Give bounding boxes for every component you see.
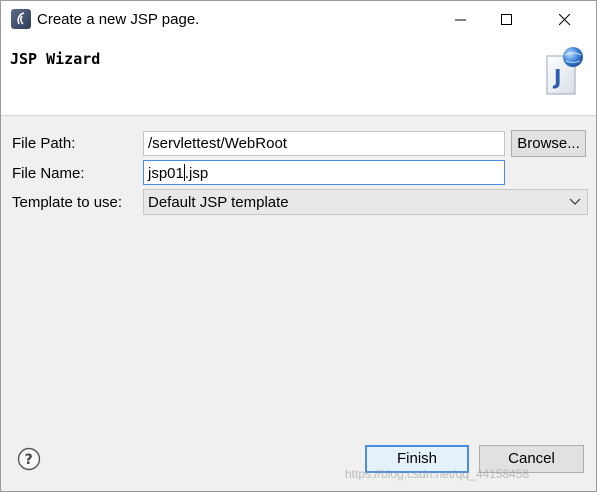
window-title: Create a new JSP page. [37,11,200,28]
title-bar: Create a new JSP page. [1,1,596,39]
template-selected-value: Default JSP template [148,194,289,211]
svg-text:J: J [552,65,561,89]
svg-text:?: ? [25,452,33,468]
chevron-down-icon [569,198,581,205]
template-select[interactable]: Default JSP template [143,189,588,215]
file-path-input[interactable]: /servlettest/WebRoot [143,131,505,156]
wizard-title: JSP Wizard [10,50,101,68]
template-label: Template to use: [12,194,123,211]
maximize-button[interactable] [483,1,529,39]
jsp-file-icon: J [546,47,583,95]
eclipse-app-icon [11,9,31,29]
browse-button[interactable]: Browse... [511,130,586,157]
close-icon [559,14,571,26]
close-button[interactable] [541,1,587,39]
wizard-banner: JSP Wizard J [1,39,596,116]
file-name-label: File Name: [12,165,85,182]
file-name-input[interactable]: jsp01.jsp [143,160,505,185]
file-path-label: File Path: [12,135,76,152]
minimize-button[interactable] [437,1,483,39]
dialog-window: Create a new JSP page. JSP Wizard J File… [0,0,597,492]
minimize-icon [455,19,466,21]
watermark-text: https://blog.csdn.net/qq_44158458 [345,467,530,481]
help-icon[interactable]: ? [17,447,41,471]
file-name-value-after-caret: .jsp [184,165,209,182]
maximize-icon [501,14,512,25]
file-name-value-before-caret: jsp01 [148,165,184,182]
